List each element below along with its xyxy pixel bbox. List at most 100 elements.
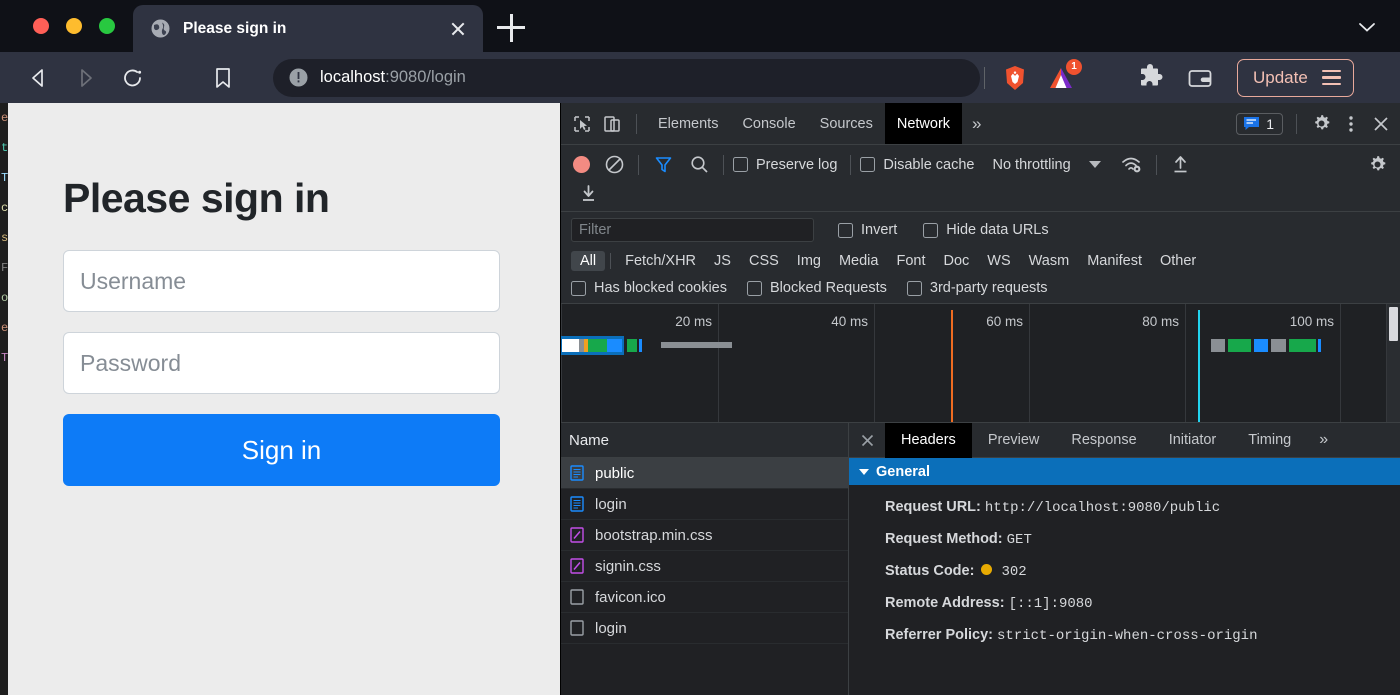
browser-chrome: Please sign in localhost:9080/login 1 Up…	[0, 0, 1400, 103]
preserve-log-label: Preserve log	[756, 156, 838, 173]
third-party-requests-checkbox[interactable]: 3rd-party requests	[906, 280, 1048, 296]
gear-icon[interactable]	[1306, 110, 1336, 138]
devtools-panel: Elements Console Sources Network » 1 Pre…	[560, 103, 1400, 695]
wifi-gear-icon[interactable]	[1117, 151, 1147, 179]
bookmark-icon[interactable]	[206, 61, 240, 95]
wallet-icon[interactable]	[1185, 63, 1215, 93]
checkbox-box	[860, 157, 876, 172]
divider	[850, 154, 852, 175]
network-timeline-overview[interactable]: 20 ms 40 ms 60 ms 80 ms 100 ms	[561, 304, 1400, 423]
chevron-down-icon[interactable]	[1088, 161, 1101, 168]
close-devtools-icon[interactable]	[1366, 110, 1396, 138]
password-input[interactable]: Password	[63, 332, 500, 394]
signin-button[interactable]: Sign in	[63, 414, 500, 486]
filter-chip-media[interactable]: Media	[830, 251, 888, 271]
tab-console[interactable]: Console	[730, 103, 807, 144]
info-circle-icon[interactable]	[289, 68, 308, 87]
filter-chip-css[interactable]: CSS	[740, 251, 788, 271]
table-row[interactable]: login	[561, 489, 848, 520]
filter-chip-wasm[interactable]: Wasm	[1020, 251, 1079, 271]
username-input[interactable]: Username	[63, 250, 500, 312]
has-blocked-cookies-checkbox[interactable]: Has blocked cookies	[571, 280, 727, 296]
filter-chip-manifest[interactable]: Manifest	[1078, 251, 1151, 271]
tab-preview[interactable]: Preview	[972, 423, 1056, 458]
filter-chip-font[interactable]: Font	[887, 251, 934, 271]
divider	[636, 113, 637, 134]
close-window-button[interactable]	[33, 18, 49, 34]
network-settings-gear-icon[interactable]	[1362, 151, 1392, 179]
reload-icon[interactable]	[116, 61, 150, 95]
divider	[1155, 154, 1157, 175]
brave-shields-icon[interactable]	[1001, 64, 1029, 92]
checkbox-box	[733, 157, 748, 172]
inspect-element-icon[interactable]	[567, 110, 597, 138]
web-page-viewport: e t T c s F o e T Please sign in Usernam…	[0, 103, 560, 695]
record-button[interactable]	[573, 156, 590, 173]
filter-chip-img[interactable]: Img	[788, 251, 830, 271]
globe-icon	[151, 19, 170, 38]
login-form-container: Please sign in Username Password Sign in	[0, 103, 560, 486]
request-list-header[interactable]: Name	[561, 423, 848, 458]
tab-sources[interactable]: Sources	[808, 103, 885, 144]
field-key: Remote Address:	[885, 595, 1005, 611]
timeline-scrollbar-thumb[interactable]	[1389, 307, 1398, 341]
menu-hamburger-icon[interactable]	[1321, 70, 1341, 85]
close-icon[interactable]	[447, 18, 469, 40]
preserve-log-checkbox[interactable]: Preserve log	[733, 157, 837, 173]
kebab-menu-icon[interactable]	[1336, 110, 1366, 138]
message-count-badge[interactable]: 1	[1236, 112, 1283, 135]
brave-rewards-icon[interactable]: 1	[1045, 58, 1082, 93]
filter-chip-ws[interactable]: WS	[978, 251, 1019, 271]
minimize-window-button[interactable]	[66, 18, 82, 34]
general-fields: Request URL: http://localhost:9080/publi…	[849, 485, 1400, 652]
invert-checkbox[interactable]: Invert	[838, 222, 897, 238]
download-icon[interactable]	[573, 179, 603, 207]
filter-chip-js[interactable]: JS	[705, 251, 740, 271]
table-row[interactable]: signin.css	[561, 551, 848, 582]
tab-headers[interactable]: Headers	[885, 422, 972, 458]
checkbox-box	[747, 280, 762, 296]
update-button[interactable]: Update	[1237, 58, 1354, 97]
forward-icon[interactable]	[68, 61, 102, 95]
address-bar[interactable]: localhost:9080/login	[273, 58, 980, 97]
blocked-requests-checkbox[interactable]: Blocked Requests	[747, 280, 887, 296]
maximize-window-button[interactable]	[99, 18, 115, 34]
tab-elements[interactable]: Elements	[646, 103, 730, 144]
search-icon[interactable]	[684, 151, 714, 179]
general-section-header[interactable]: General	[849, 458, 1400, 485]
field-key: Status Code:	[885, 563, 975, 579]
new-tab-button[interactable]	[497, 14, 525, 42]
tab-overflow-icon[interactable]: »	[962, 114, 991, 134]
stylesheet-icon	[569, 558, 585, 574]
filter-chip-fetch-xhr[interactable]: Fetch/XHR	[616, 251, 705, 271]
filter-input[interactable]: Filter	[571, 218, 814, 242]
clear-icon[interactable]	[599, 151, 629, 179]
throttling-select[interactable]: No throttling	[992, 157, 1070, 173]
table-row[interactable]: favicon.ico	[561, 582, 848, 613]
chevron-down-icon[interactable]	[1356, 16, 1378, 38]
back-icon[interactable]	[22, 61, 56, 95]
tab-initiator[interactable]: Initiator	[1153, 423, 1233, 458]
extensions-puzzle-icon[interactable]	[1135, 63, 1165, 93]
close-detail-icon[interactable]	[849, 423, 885, 458]
filter-chip-other[interactable]: Other	[1151, 251, 1205, 271]
device-toolbar-icon[interactable]	[597, 110, 627, 138]
table-row[interactable]: bootstrap.min.css	[561, 520, 848, 551]
disable-cache-checkbox[interactable]: Disable cache	[860, 157, 974, 173]
filter-placeholder: Filter	[579, 222, 612, 238]
filter-chip-all[interactable]: All	[571, 251, 606, 271]
field-key: Request Method:	[885, 531, 1003, 547]
upload-icon[interactable]	[1166, 151, 1196, 179]
detail-tab-overflow-icon[interactable]: »	[1307, 431, 1340, 449]
tab-network[interactable]: Network	[884, 103, 963, 144]
status-badge	[981, 564, 993, 575]
table-row[interactable]: public	[561, 458, 848, 489]
request-name: login	[595, 495, 627, 513]
tab-timing[interactable]: Timing	[1232, 423, 1307, 458]
tab-response[interactable]: Response	[1055, 423, 1152, 458]
hide-data-urls-checkbox[interactable]: Hide data URLs	[923, 222, 1049, 238]
filter-chip-doc[interactable]: Doc	[934, 251, 978, 271]
browser-tab[interactable]: Please sign in	[133, 5, 483, 52]
table-row[interactable]: login	[561, 613, 848, 644]
filter-icon[interactable]	[648, 151, 678, 179]
